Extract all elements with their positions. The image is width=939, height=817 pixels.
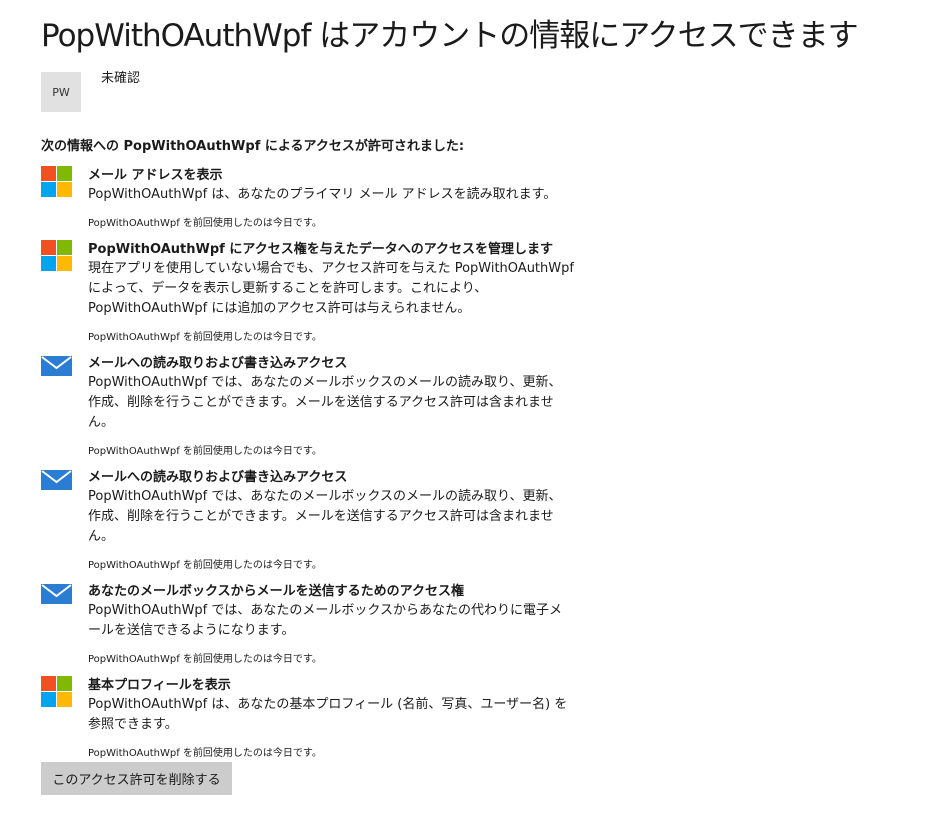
permission-last-used: PopWithOAuthWpf を前回使用したのは今日です。 xyxy=(88,446,322,457)
permission-item-basic-profile: 基本プロフィールを表示 PopWithOAuthWpf は、あなたの基本プロフィ… xyxy=(41,676,939,761)
app-verification-status: 未確認 xyxy=(101,71,141,86)
permission-title: メール アドレスを表示 xyxy=(88,168,223,183)
app-avatar: PW xyxy=(41,72,81,112)
app-info: PW 未確認 xyxy=(41,71,939,114)
permission-last-used: PopWithOAuthWpf を前回使用したのは今日です。 xyxy=(88,332,322,343)
mail-icon-svg xyxy=(41,584,72,604)
microsoft-logo-yellow-square xyxy=(57,692,72,707)
app-permissions-page: PopWithOAuthWpf はアカウントの情報にアクセスできます PW 未確… xyxy=(0,0,939,761)
microsoft-logo-icon xyxy=(41,166,72,197)
microsoft-logo-icon xyxy=(41,676,72,707)
permission-title: メールへの読み取りおよび書き込みアクセス xyxy=(88,356,348,371)
microsoft-logo-icon xyxy=(41,240,72,271)
mail-icon-svg xyxy=(41,470,72,490)
microsoft-logo-green-square xyxy=(57,676,72,691)
remove-permission-button[interactable]: このアクセス許可を削除する xyxy=(41,762,232,795)
permission-item-mail-readwrite-2: メールへの読み取りおよび書き込みアクセス PopWithOAuthWpf では、… xyxy=(41,468,939,573)
permission-description: 現在アプリを使用していない場合でも、アクセス許可を与えた PopWithOAut… xyxy=(88,261,574,316)
permission-description: PopWithOAuthWpf では、あなたのメールボックスからあなたの代わりに… xyxy=(88,603,562,638)
mail-icon xyxy=(41,354,72,385)
permission-last-used: PopWithOAuthWpf を前回使用したのは今日です。 xyxy=(88,218,322,229)
microsoft-logo-blue-square xyxy=(41,256,56,271)
microsoft-logo-red-square xyxy=(41,240,56,255)
microsoft-logo-yellow-square xyxy=(57,182,72,197)
permission-last-used: PopWithOAuthWpf を前回使用したのは今日です。 xyxy=(88,654,322,665)
permissions-list: メール アドレスを表示 PopWithOAuthWpf は、あなたのプライマリ … xyxy=(41,166,939,761)
permission-description: PopWithOAuthWpf では、あなたのメールボックスのメールの読み取り、… xyxy=(88,375,562,430)
mail-icon xyxy=(41,582,72,613)
permission-title: メールへの読み取りおよび書き込みアクセス xyxy=(88,470,348,485)
permission-item-offline-access: PopWithOAuthWpf にアクセス権を与えたデータへのアクセスを管理しま… xyxy=(41,240,939,345)
microsoft-logo-red-square xyxy=(41,676,56,691)
mail-icon xyxy=(41,468,72,499)
microsoft-logo-green-square xyxy=(57,166,72,181)
permission-item-mail-readwrite: メールへの読み取りおよび書き込みアクセス PopWithOAuthWpf では、… xyxy=(41,354,939,459)
microsoft-logo-blue-square xyxy=(41,182,56,197)
permission-last-used: PopWithOAuthWpf を前回使用したのは今日です。 xyxy=(88,560,322,571)
microsoft-logo-red-square xyxy=(41,166,56,181)
permission-title: 基本プロフィールを表示 xyxy=(88,678,231,693)
permissions-intro: 次の情報への PopWithOAuthWpf によるアクセスが許可されました: xyxy=(41,139,465,154)
page-title: PopWithOAuthWpf はアカウントの情報にアクセスできます xyxy=(41,18,859,54)
permission-item-mail-send: あなたのメールボックスからメールを送信するためのアクセス権 PopWithOAu… xyxy=(41,582,939,667)
mail-icon-svg xyxy=(41,356,72,376)
permission-last-used: PopWithOAuthWpf を前回使用したのは今日です。 xyxy=(88,748,322,759)
microsoft-logo-green-square xyxy=(57,240,72,255)
permission-item-view-email: メール アドレスを表示 PopWithOAuthWpf は、あなたのプライマリ … xyxy=(41,166,939,231)
permission-title: PopWithOAuthWpf にアクセス権を与えたデータへのアクセスを管理しま… xyxy=(88,242,554,257)
microsoft-logo-blue-square xyxy=(41,692,56,707)
permission-description: PopWithOAuthWpf では、あなたのメールボックスのメールの読み取り、… xyxy=(88,489,562,544)
permission-description: PopWithOAuthWpf は、あなたの基本プロフィール (名前、写真、ユー… xyxy=(88,697,568,732)
permission-description: PopWithOAuthWpf は、あなたのプライマリ メール アドレスを読み取… xyxy=(88,187,557,202)
microsoft-logo-yellow-square xyxy=(57,256,72,271)
permission-title: あなたのメールボックスからメールを送信するためのアクセス権 xyxy=(88,584,464,599)
